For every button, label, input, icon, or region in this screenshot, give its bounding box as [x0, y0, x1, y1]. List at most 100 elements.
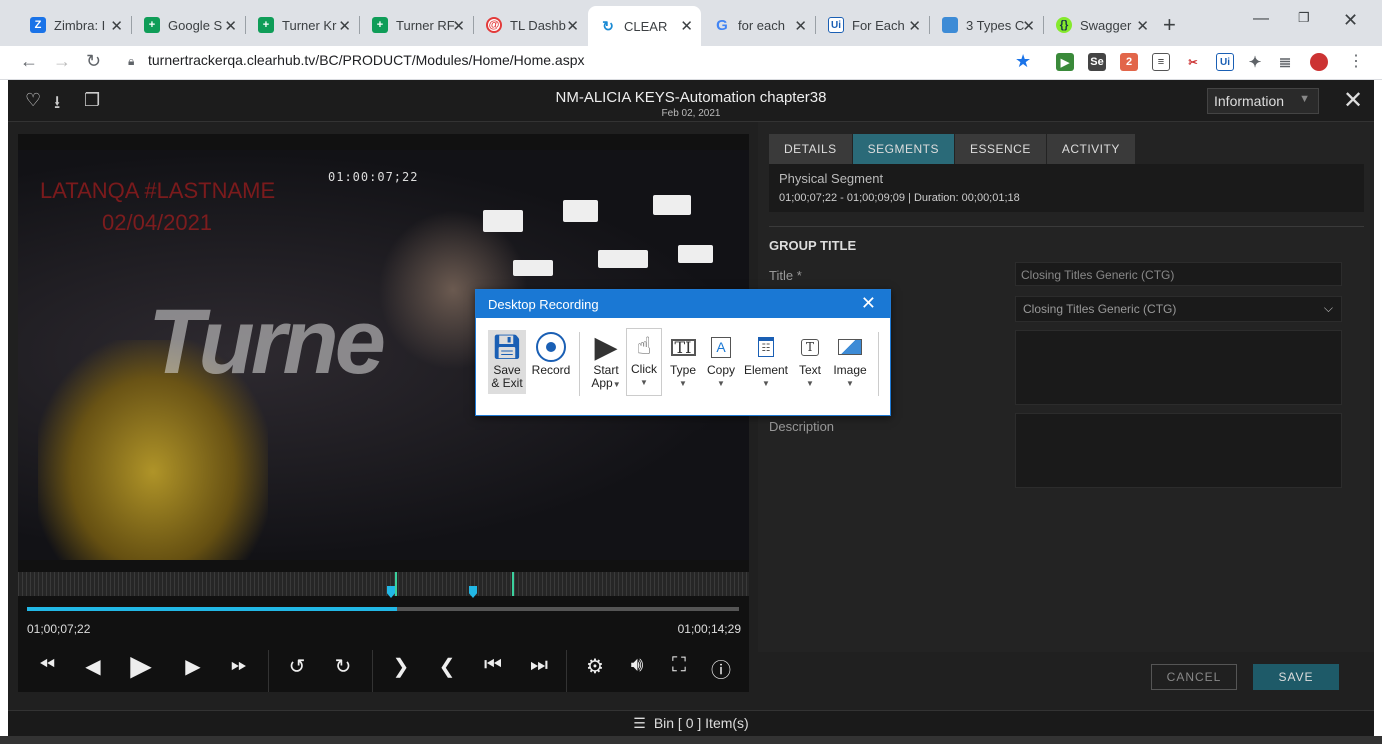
tab-title: Swagger [1080, 17, 1132, 33]
media-icon[interactable]: ≣ [1276, 53, 1294, 71]
browser-tab-clear[interactable]: ↻ CLEAR ✕ [588, 6, 701, 46]
close-tab-icon[interactable]: ✕ [1136, 17, 1149, 35]
browser-tab-for-each-google[interactable]: G for each ✕ [702, 8, 816, 42]
bookmark-star-icon[interactable]: ★ [1015, 51, 1031, 72]
browser-tab-turner-rf[interactable]: + Turner RF ✕ [360, 8, 474, 42]
tool-label: Type [669, 363, 696, 377]
image-icon [830, 330, 870, 364]
title-input[interactable]: Closing Titles Generic (CTG) [1015, 262, 1342, 286]
fast-forward-icon[interactable]: ⏩︎ [224, 654, 254, 677]
playhead-pin[interactable] [387, 586, 395, 598]
cancel-button[interactable]: CANCEL [1151, 664, 1237, 690]
save-button[interactable]: SAVE [1253, 664, 1339, 690]
notes-textarea[interactable] [1015, 330, 1342, 405]
description-textarea[interactable] [1015, 413, 1342, 488]
bin-bar[interactable]: ☰ Bin [ 0 ] Item(s) [8, 710, 1374, 736]
replay-10-icon[interactable]: ↺ [282, 654, 312, 679]
reload-icon[interactable]: ↻ [86, 51, 101, 72]
progress-bar[interactable] [27, 607, 739, 611]
browser-tab-3-types[interactable]: 3 Types C ✕ [930, 8, 1044, 42]
text-button[interactable]: T Text ▼ [794, 330, 826, 390]
close-tab-icon[interactable]: ✕ [224, 17, 237, 35]
step-back-icon[interactable]: ◀ [78, 654, 108, 679]
record-button[interactable]: Record [531, 330, 571, 377]
uipath-icon: Ui [828, 17, 844, 33]
chevron-down-icon: ▼ [846, 379, 854, 388]
selenium-icon[interactable]: Se [1088, 53, 1106, 71]
puzzle-icon[interactable]: ✦ [1246, 53, 1264, 71]
click-button[interactable]: ☝︎ Click ▼ [626, 328, 662, 396]
information-select[interactable]: Information ▼ [1207, 88, 1319, 114]
play-icon[interactable]: ▶ [126, 649, 156, 682]
avatar[interactable] [1310, 53, 1328, 71]
close-tab-icon[interactable]: ✕ [908, 17, 921, 35]
close-icon[interactable]: ✕ [861, 293, 876, 314]
tab-segments[interactable]: SEGMENTS [852, 134, 954, 164]
dialog-header: Desktop Recording ✕ [476, 290, 890, 318]
in-marker[interactable] [395, 572, 397, 596]
close-tab-icon[interactable]: ✕ [338, 17, 351, 35]
type-button[interactable]: TI Type ▼ [666, 330, 700, 390]
go-to-in-icon[interactable]: ⏮︎ [478, 654, 508, 677]
mark-in-icon[interactable]: ❯ [386, 654, 416, 679]
step-forward-icon[interactable]: ▶ [178, 654, 208, 679]
rewind-icon[interactable]: ⏪︎ [32, 654, 62, 677]
image-button[interactable]: Image ▼ [830, 330, 870, 390]
segment-card[interactable]: Physical Segment 01;00;07;22 - 01;00;09;… [769, 164, 1364, 212]
timeline-scrubber[interactable] [18, 572, 749, 598]
browser-tab-tl-dashboard[interactable]: @ TL Dashb ✕ [474, 8, 587, 42]
tab-title: 3 Types C [966, 17, 1025, 33]
video-watermark-logo: Turne [148, 291, 386, 393]
browser-tab-swagger[interactable]: {} Swagger ✕ [1044, 8, 1157, 42]
start-app-button[interactable]: ▶ Start App▼ [588, 330, 624, 391]
copy-text-icon: A [704, 330, 738, 364]
out-marker[interactable] [512, 572, 514, 596]
tab-essence[interactable]: ESSENCE [954, 134, 1046, 164]
go-to-out-icon[interactable]: ⏭︎ [524, 654, 554, 677]
extension-badge-icon[interactable]: 2 [1120, 53, 1138, 71]
copy-button[interactable]: A Copy ▼ [704, 330, 738, 390]
browser-tab-google-sheets[interactable]: + Google S ✕ [132, 8, 246, 42]
tool-label: & Exit [491, 376, 523, 390]
url-field[interactable]: 🔒︎ turnertrackerqa.clearhub.tv/BC/PRODUCT… [128, 52, 585, 68]
fullscreen-icon[interactable]: ⛶ [664, 654, 694, 677]
forward-icon[interactable]: → [53, 51, 71, 72]
close-window-icon[interactable]: ✕ [1343, 10, 1358, 31]
gear-icon[interactable]: ⚙ [580, 654, 610, 679]
close-tab-icon[interactable]: ✕ [566, 17, 579, 35]
extension-icon[interactable]: ▶ [1056, 53, 1074, 71]
save-exit-button[interactable]: 💾︎ Save & Exit [488, 330, 526, 394]
close-tab-icon[interactable]: ✕ [110, 17, 123, 35]
close-tab-icon[interactable]: ✕ [1022, 17, 1035, 35]
browser-tab-turner-kr[interactable]: + Turner Kr ✕ [246, 8, 360, 42]
element-button[interactable]: ☷ Element ▼ [742, 330, 790, 390]
restore-icon[interactable]: ❐ [1298, 10, 1310, 26]
menu-icon[interactable]: ⋮ [1348, 51, 1364, 71]
chevron-down-icon: ⌵ [1323, 301, 1333, 315]
title-select[interactable]: Closing Titles Generic (CTG) ⌵ [1015, 296, 1342, 322]
browser-tab-for-each-uipath[interactable]: Ui For Each ✕ [816, 8, 930, 42]
help-icon[interactable]: ⓘ [706, 654, 736, 683]
chevron-down-icon: ▼ [640, 378, 648, 387]
volume-icon[interactable]: 🔊︎ [622, 654, 652, 677]
document-icon[interactable]: ≡ [1152, 53, 1170, 71]
close-tab-icon[interactable]: ✕ [452, 17, 465, 35]
divider [372, 650, 373, 692]
video-watermark: LATANQA #LASTNAME [40, 178, 276, 203]
minimize-icon[interactable]: — [1253, 10, 1269, 28]
forward-10-icon[interactable]: ↻ [328, 654, 358, 679]
browser-tab-zimbra[interactable]: Z Zimbra: I ✕ [18, 8, 132, 42]
desktop-recording-dialog: Desktop Recording ✕ 💾︎ Save & Exit Recor… [475, 289, 891, 416]
mark-out-icon[interactable]: ❮ [432, 654, 462, 679]
close-icon[interactable]: ✕ [1343, 86, 1363, 115]
cookie-icon[interactable]: ✂ [1184, 53, 1202, 71]
close-tab-icon[interactable]: ✕ [794, 17, 807, 35]
uipath-icon[interactable]: Ui [1216, 53, 1234, 71]
new-tab-icon[interactable]: + [1163, 12, 1176, 38]
back-icon[interactable]: ← [20, 51, 38, 72]
close-tab-icon[interactable]: ✕ [680, 17, 693, 35]
segment-range: 01;00;07;22 - 01;00;09;09 | Duration: 00… [779, 192, 1020, 204]
tab-details[interactable]: DETAILS [769, 134, 852, 164]
tab-activity[interactable]: ACTIVITY [1046, 134, 1135, 164]
segment-pin[interactable] [469, 586, 477, 598]
